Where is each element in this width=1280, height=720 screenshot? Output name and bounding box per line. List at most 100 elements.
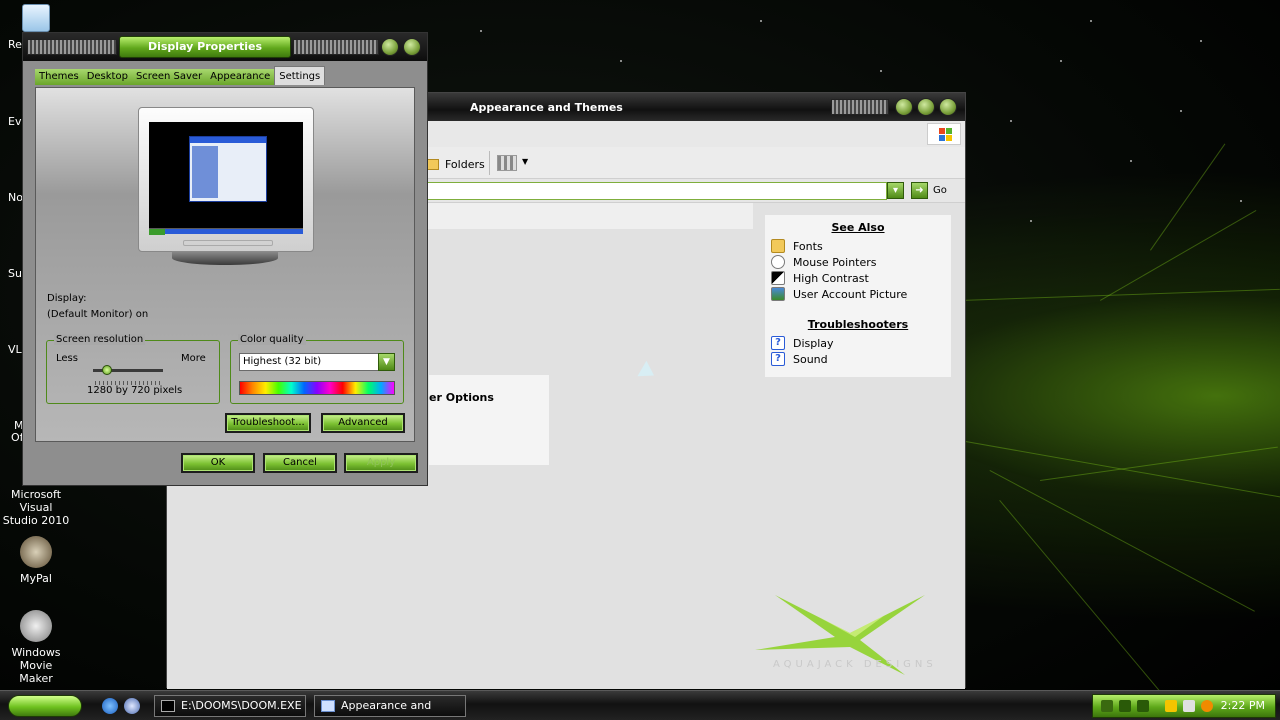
- color-spectrum: [239, 381, 395, 395]
- folders-label: Folders: [445, 157, 485, 171]
- maximize-button[interactable]: [917, 98, 935, 116]
- folder-icon: [771, 239, 785, 253]
- close-button[interactable]: [403, 38, 421, 56]
- start-button[interactable]: [8, 695, 82, 717]
- see-also-label: High Contrast: [793, 271, 869, 285]
- desktop-label-partial-2[interactable]: Ev: [8, 115, 21, 128]
- advanced-button[interactable]: Advanced: [321, 413, 405, 433]
- address-dropdown-button[interactable]: ▾: [887, 182, 904, 199]
- search-icon[interactable]: [1201, 700, 1213, 712]
- resolution-slider-thumb[interactable]: [102, 365, 112, 375]
- monitor-stand: [172, 251, 278, 265]
- monitor-screen: [149, 122, 303, 235]
- tray-icon[interactable]: [1119, 700, 1131, 712]
- display-properties-dialog: Display Properties Themes Desktop Screen…: [22, 32, 428, 486]
- desktop-icon-mypal[interactable]: MyPal: [0, 536, 76, 585]
- color-quality-title: Color quality: [238, 334, 306, 345]
- windows-logo-icon: [927, 123, 961, 145]
- desktop-label-partial-1[interactable]: Re: [8, 38, 22, 51]
- help-button[interactable]: [381, 38, 399, 56]
- troubleshooter-sound[interactable]: ? Sound: [765, 351, 951, 367]
- desktop-label-partial-3[interactable]: No: [8, 191, 23, 204]
- desktop-label-partial-5[interactable]: VL: [8, 343, 22, 356]
- see-also-fonts[interactable]: Fonts: [765, 238, 951, 254]
- color-quality-value: Highest (32 bit): [243, 356, 322, 367]
- color-quality-group: Color quality Highest (32 bit) ▼: [230, 334, 404, 404]
- see-also-heading: See Also: [831, 221, 885, 234]
- go-arrow-icon[interactable]: ➜: [911, 182, 928, 199]
- clock[interactable]: 2:22 PM: [1221, 699, 1265, 712]
- help-icon: ?: [771, 336, 785, 350]
- views-button[interactable]: ▼: [497, 155, 533, 173]
- more-label: More: [181, 353, 206, 364]
- desktop-label-partial-4[interactable]: Su: [8, 267, 22, 280]
- system-tray: 2:22 PM: [1092, 694, 1276, 718]
- color-quality-select[interactable]: Highest (32 bit) ▼: [239, 353, 395, 371]
- preview-window: [189, 136, 267, 202]
- troubleshooter-label: Sound: [793, 352, 828, 366]
- titlebar-grille: [831, 99, 889, 115]
- troubleshoot-button[interactable]: Troubleshoot...: [225, 413, 311, 433]
- dialog-tabs: Themes Desktop Screen Saver Appearance S…: [35, 66, 326, 87]
- contrast-icon: [771, 271, 785, 285]
- views-icon: [497, 155, 517, 171]
- desktop-icon-label: Maker: [19, 672, 53, 685]
- troubleshooters-heading: Troubleshooters: [807, 318, 909, 331]
- see-also-user-account-picture[interactable]: User Account Picture: [765, 286, 951, 302]
- see-also-label: Mouse Pointers: [793, 255, 877, 269]
- titlebar-grille: [27, 39, 117, 55]
- troubleshooter-display[interactable]: ? Display: [765, 335, 951, 351]
- dialog-titlebar[interactable]: Display Properties: [23, 33, 427, 61]
- separator: [489, 151, 490, 175]
- display-label: Display:: [47, 293, 87, 304]
- folders-button[interactable]: Folders: [425, 155, 485, 173]
- tray-icon[interactable]: [1137, 700, 1149, 712]
- see-also-label: User Account Picture: [793, 287, 908, 301]
- control-panel-task[interactable]: er Options: [429, 375, 549, 465]
- apply-button[interactable]: Apply: [344, 453, 418, 473]
- network-icon[interactable]: [1101, 700, 1113, 712]
- see-also-high-contrast[interactable]: High Contrast: [765, 270, 951, 286]
- taskbar-item-label: Appearance and The...: [341, 699, 432, 720]
- address-input[interactable]: [427, 182, 887, 200]
- close-button[interactable]: [939, 98, 957, 116]
- see-also-mouse-pointers[interactable]: Mouse Pointers: [765, 254, 951, 270]
- see-also-label: Fonts: [793, 239, 823, 253]
- taskbar-item-appearance[interactable]: Appearance and The...: [314, 695, 466, 720]
- internet-explorer-icon[interactable]: [102, 698, 118, 714]
- volume-icon[interactable]: [1183, 700, 1195, 712]
- tab-settings[interactable]: Settings: [274, 66, 326, 85]
- security-shield-icon[interactable]: [1165, 700, 1177, 712]
- cancel-button[interactable]: Cancel: [263, 453, 337, 473]
- dialog-title: Display Properties: [119, 36, 291, 58]
- desktop-icon-label: Windows Movie: [11, 646, 61, 672]
- desktop-icon-label: Studio 2010: [2, 514, 70, 527]
- movie-maker-icon: [20, 610, 52, 642]
- tab-screen-saver[interactable]: Screen Saver: [131, 69, 207, 85]
- tab-appearance[interactable]: Appearance: [206, 69, 275, 85]
- chevron-down-icon[interactable]: ▼: [378, 353, 395, 371]
- resolution-value: 1280 by 720 pixels: [87, 385, 183, 396]
- less-label: Less: [56, 353, 78, 364]
- ok-button[interactable]: OK: [181, 453, 255, 473]
- explorer-icon: [321, 700, 335, 712]
- browser-icon[interactable]: [124, 698, 140, 714]
- task-label: er Options: [429, 391, 494, 404]
- taskbar-item-label: E:\DOOMS\DOOM.EXE: [181, 699, 302, 712]
- tab-themes[interactable]: Themes: [35, 69, 83, 85]
- tab-desktop[interactable]: Desktop: [82, 69, 132, 85]
- go-label[interactable]: Go: [933, 185, 947, 196]
- logo-text: AQUAJACK DESIGNS: [773, 659, 937, 670]
- taskbar: E:\DOOMS\DOOM.EXE Appearance and The... …: [0, 690, 1280, 720]
- recycle-bin-icon[interactable]: [22, 4, 50, 32]
- minimize-button[interactable]: [895, 98, 913, 116]
- troubleshooter-label: Display: [793, 336, 834, 350]
- taskbar-item-doom[interactable]: E:\DOOMS\DOOM.EXE: [154, 695, 306, 717]
- mouse-cursor-icon: [637, 360, 659, 384]
- mypal-icon: [20, 536, 52, 568]
- desktop-icon-movie-maker[interactable]: Windows Movie Maker: [0, 610, 76, 685]
- header-band: [427, 203, 753, 229]
- explorer-title: Appearance and Themes: [470, 101, 623, 114]
- screen-resolution-group: Screen resolution Less More 1280 by 720 …: [46, 334, 220, 404]
- desktop-icon-label: MyPal: [20, 572, 52, 585]
